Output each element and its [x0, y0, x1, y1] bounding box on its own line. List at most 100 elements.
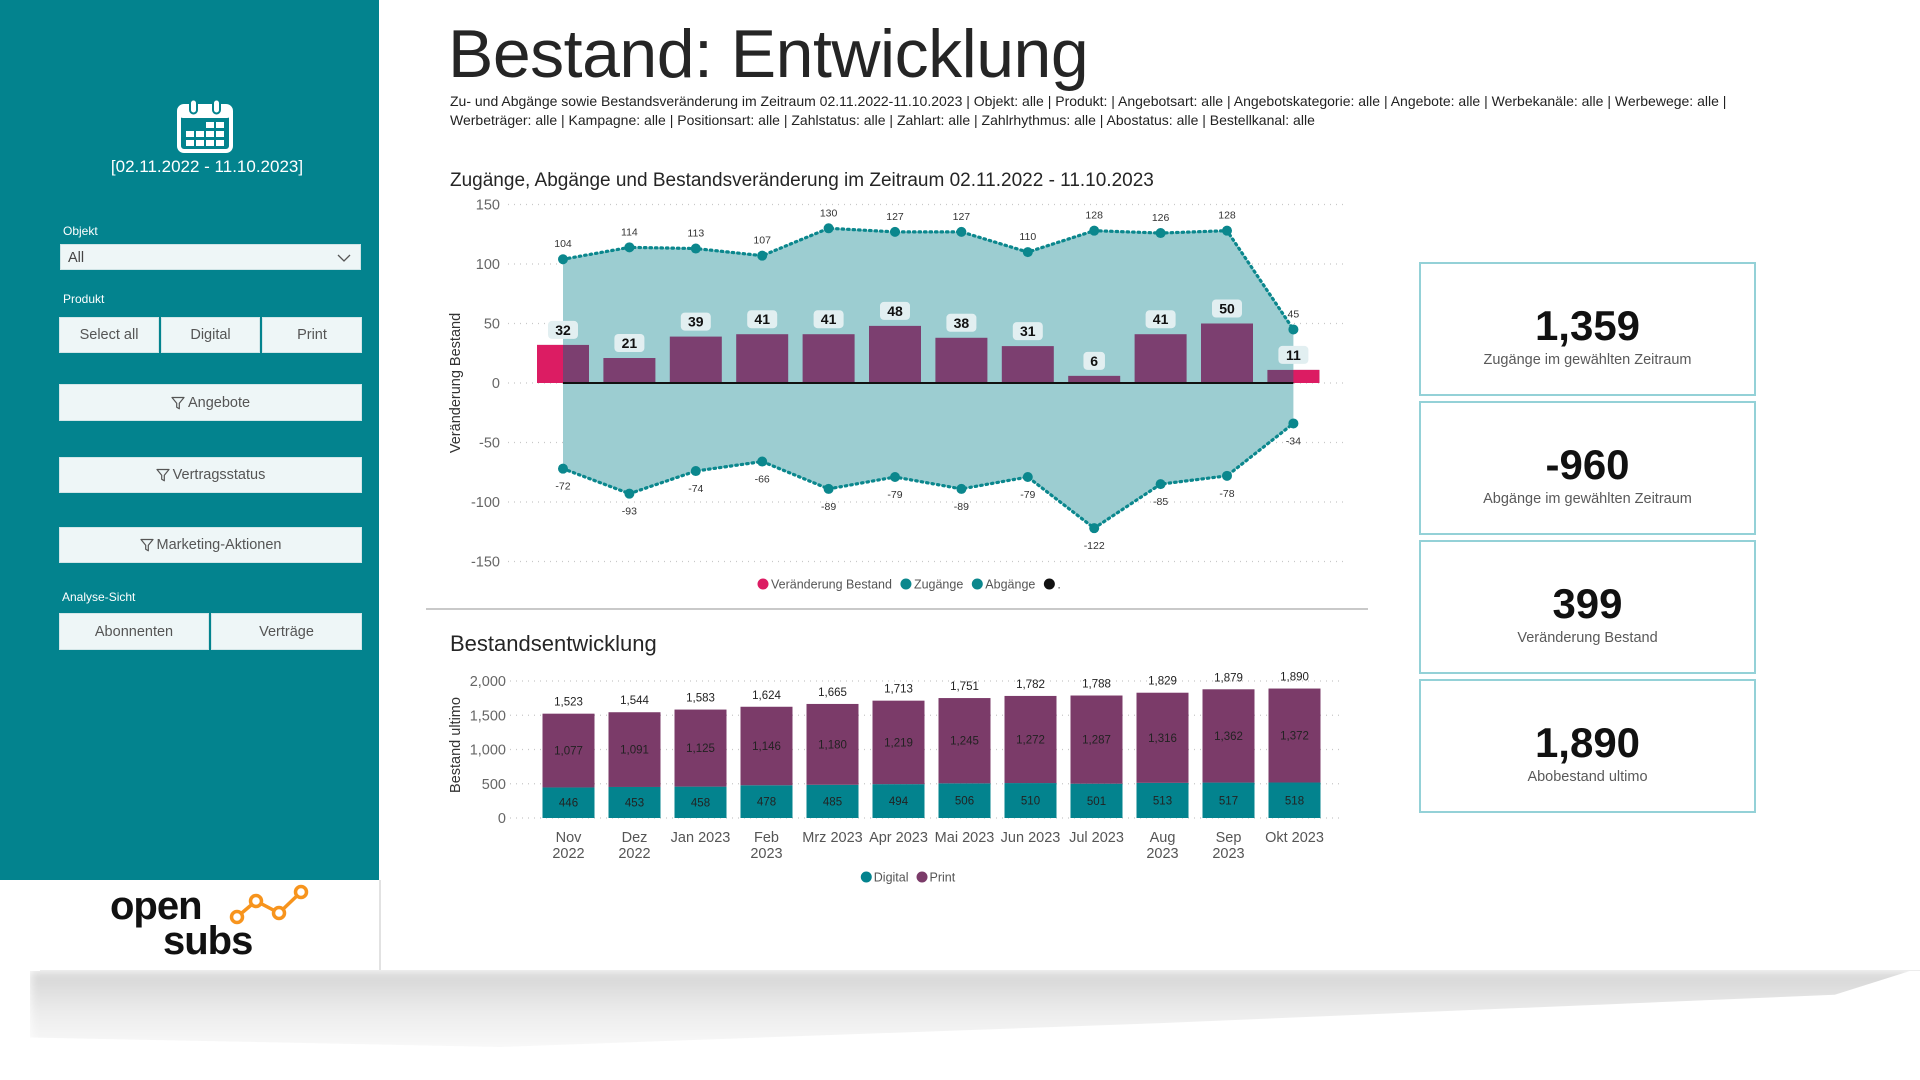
y-tick-label: 0	[498, 811, 506, 827]
kpi-card-abgaenge: -960 Abgänge im gewählten Zeitraum	[1419, 401, 1756, 535]
kpi-card-veraenderung: 399 Veränderung Bestand	[1419, 540, 1756, 674]
zugaenge-point	[890, 226, 900, 237]
print-data-label: 1,091	[620, 745, 649, 757]
abgaenge-point	[1288, 418, 1299, 429]
kpi-value: 399	[1552, 580, 1623, 627]
digital-data-label: 494	[889, 796, 909, 808]
net-change-bar	[1068, 375, 1121, 383]
digital-data-label: 518	[1285, 795, 1304, 807]
abgaenge-data-label: -93	[622, 506, 637, 518]
legend-marker	[757, 578, 769, 590]
zugaenge-point	[1222, 225, 1232, 236]
legend-label: Zugänge	[914, 578, 963, 592]
net-change-bar	[935, 337, 988, 383]
x-tick-label: 2022	[618, 846, 650, 862]
abgaenge-point	[1155, 479, 1166, 490]
y-tick-label: 50	[484, 317, 500, 333]
abgaenge-point	[624, 488, 635, 499]
net-change-bar	[736, 334, 789, 383]
x-tick-label: Jun 2023	[1001, 830, 1061, 846]
print-data-label: 1,372	[1280, 731, 1309, 743]
x-tick-label: Aug	[1150, 830, 1176, 846]
net-change-data-label: 41	[754, 311, 770, 327]
zugaenge-abgaenge-chart[interactable]: Veränderung Bestand 150 100 50 0 -50 -100 -150…	[448, 198, 1347, 592]
kpi-label: Abobestand ultimo	[1527, 769, 1648, 785]
x-tick-label: Mrz 2023	[802, 830, 862, 846]
abgaenge-point	[823, 483, 834, 494]
net-change-data-label: 41	[821, 311, 837, 327]
print-data-label: 1,362	[1214, 731, 1243, 743]
kpi-label: Zugänge im gewählten Zeitraum	[1483, 352, 1692, 368]
total-data-label: 1,713	[884, 684, 913, 696]
legend-label: Print	[930, 871, 956, 885]
zugaenge-point	[757, 250, 768, 261]
net-change-data-label: 31	[1020, 323, 1036, 339]
x-tick-label: Feb	[754, 830, 779, 846]
bestandsentwicklung-chart[interactable]: Bestand ultimo 0 500 1,000 1,500 2,000 446 1,0…	[448, 672, 1343, 885]
zugaenge-data-label: 113	[687, 228, 704, 240]
zugaenge-point	[1022, 247, 1033, 258]
x-tick-label: 2022	[552, 846, 584, 862]
digital-data-label: 501	[1087, 796, 1106, 808]
digital-data-label: 517	[1219, 795, 1238, 807]
abgaenge-point	[956, 483, 967, 494]
net-change-data-label: 48	[887, 303, 903, 319]
abgaenge-point	[558, 463, 568, 474]
digital-data-label: 510	[1021, 796, 1040, 808]
y-tick-label: -100	[471, 495, 500, 511]
zugaenge-data-label: 110	[1019, 231, 1036, 243]
total-data-label: 1,829	[1148, 676, 1177, 688]
net-change-data-label: 50	[1219, 301, 1235, 317]
abgaenge-data-label: -66	[755, 474, 770, 486]
zugaenge-data-label: 127	[953, 211, 971, 223]
abgaenge-point	[690, 466, 701, 477]
net-change-data-label: 11	[1286, 347, 1301, 363]
total-data-label: 1,583	[686, 693, 715, 705]
zugaenge-data-label: 128	[1085, 210, 1103, 222]
x-tick-label: Jan 2023	[671, 830, 731, 846]
net-change-bar	[1001, 346, 1054, 383]
zugaenge-data-label: 128	[1218, 210, 1236, 222]
zugaenge-point	[1155, 228, 1166, 239]
veraenderung-bestand-start-marker	[537, 344, 563, 383]
net-change-bar	[869, 325, 921, 383]
total-data-label: 1,890	[1280, 672, 1309, 684]
x-tick-label: 2023	[1146, 846, 1178, 862]
zugaenge-data-label: 114	[621, 226, 638, 238]
x-tick-label: Sep	[1216, 830, 1242, 846]
x-tick-label: Okt 2023	[1265, 830, 1324, 846]
zugaenge-point	[558, 254, 568, 265]
print-data-label: 1,125	[686, 743, 715, 755]
legend-label: Veränderung Bestand	[771, 578, 892, 592]
zugaenge-data-label: 130	[820, 207, 838, 219]
kpi-value: 1,359	[1534, 302, 1641, 349]
abgaenge-data-label: -72	[555, 481, 570, 493]
net-change-bar	[669, 336, 722, 383]
zugaenge-data-label: 107	[753, 235, 771, 247]
print-data-label: 1,180	[818, 739, 847, 751]
abgaenge-data-label: -79	[1020, 489, 1035, 501]
legend-marker	[916, 871, 928, 883]
abgaenge-data-label: -89	[821, 501, 836, 513]
x-tick-label: Dez	[622, 830, 648, 846]
net-change-bar	[1134, 334, 1187, 383]
y-tick-label: -50	[479, 436, 500, 452]
kpi-label: Abgänge im gewählten Zeitraum	[1483, 491, 1692, 507]
x-tick-label: 2023	[750, 846, 782, 862]
x-tick-label: Nov	[556, 830, 583, 846]
abgaenge-data-label: -89	[954, 501, 969, 513]
abgaenge-point	[1089, 523, 1100, 534]
print-data-label: 1,219	[884, 737, 913, 749]
digital-data-label: 513	[1153, 795, 1172, 807]
x-tick-label: Apr 2023	[869, 830, 928, 846]
total-data-label: 1,782	[1016, 679, 1045, 691]
kpi-card-abobestand: 1,890 Abobestand ultimo	[1419, 679, 1756, 813]
digital-data-label: 446	[559, 798, 578, 810]
y-tick-label: -150	[471, 555, 500, 571]
net-change-bar	[603, 358, 656, 383]
veraenderung-bestand-end-marker	[1293, 369, 1320, 383]
abgaenge-data-label: -78	[1219, 488, 1234, 500]
zugaenge-data-label: 45	[1288, 308, 1300, 320]
net-change-data-label: 6	[1090, 353, 1098, 369]
y-tick-label: 500	[482, 777, 506, 793]
